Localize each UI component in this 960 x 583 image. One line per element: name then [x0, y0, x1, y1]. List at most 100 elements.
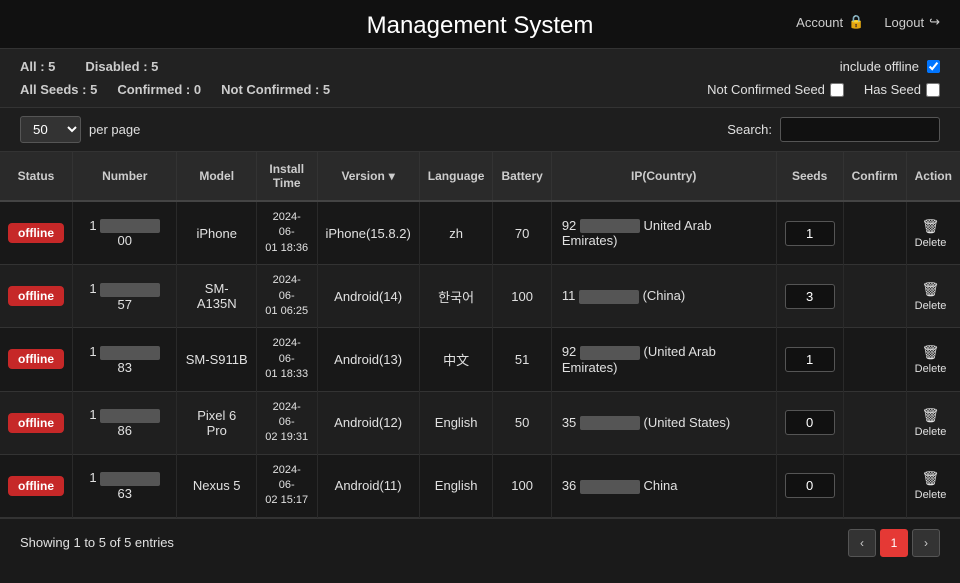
country-name: (United States): [644, 415, 731, 430]
cell-battery: 100: [493, 454, 551, 517]
table-row: offline 1 57 SM-A135N 2024-06-01 06:25 A…: [0, 265, 960, 328]
cell-version: Android(14): [317, 265, 419, 328]
cell-number: 1 00: [73, 201, 177, 265]
cell-install-time: 2024-06-01 18:36: [256, 201, 317, 265]
account-label: Account: [796, 15, 843, 30]
cell-ip: 92 United Arab Emirates): [551, 201, 776, 265]
cell-number: 1 86: [73, 391, 177, 454]
seeds-value: 3: [785, 284, 835, 309]
cell-seeds: 1: [776, 201, 843, 265]
cell-action: 🗑 Delete: [906, 454, 960, 517]
status-badge: offline: [8, 413, 64, 433]
not-confirmed-seed-checkbox[interactable]: [830, 83, 844, 97]
seeds-value: 0: [785, 473, 835, 498]
cell-status: offline: [0, 201, 73, 265]
status-badge: offline: [8, 349, 64, 369]
cell-seeds: 3: [776, 265, 843, 328]
table-row: offline 1 00 iPhone 2024-06-01 18:36 iPh…: [0, 201, 960, 265]
not-confirmed-seed-container: Not Confirmed Seed: [707, 82, 844, 97]
per-page-row: 50 25 100 per page Search:: [0, 108, 960, 152]
delete-button[interactable]: 🗑 Delete: [915, 470, 947, 501]
has-seed-container: Has Seed: [864, 82, 940, 97]
col-version[interactable]: Version ▾: [317, 152, 419, 201]
all-stat: All : 5: [20, 59, 55, 74]
logout-button[interactable]: Logout ↪: [884, 14, 940, 30]
include-offline-container: include offline: [840, 59, 940, 74]
ip-num: 35: [562, 415, 576, 430]
prev-page-button[interactable]: ‹: [848, 529, 876, 557]
per-page-select[interactable]: 50 25 100: [20, 116, 81, 143]
cell-battery: 70: [493, 201, 551, 265]
disabled-stat: Disabled : 5: [85, 59, 158, 74]
cell-model: SM-S911B: [177, 328, 256, 391]
col-battery: Battery: [493, 152, 551, 201]
current-page-button[interactable]: 1: [880, 529, 908, 557]
next-page-button[interactable]: ›: [912, 529, 940, 557]
header-actions: Account 🔒 Logout ↪: [796, 14, 940, 30]
pagination: ‹ 1 ›: [848, 529, 940, 557]
masked-ip: [580, 416, 640, 430]
col-install-time: InstallTime: [256, 152, 317, 201]
cell-language: 한국어: [419, 265, 493, 328]
masked-number: [100, 472, 160, 486]
trash-icon: 🗑: [922, 218, 940, 235]
include-offline-checkbox[interactable]: [927, 60, 940, 73]
col-model: Model: [177, 152, 256, 201]
col-number: Number: [73, 152, 177, 201]
table-body: offline 1 00 iPhone 2024-06-01 18:36 iPh…: [0, 201, 960, 517]
trash-icon: 🗑: [922, 470, 940, 487]
cell-status: offline: [0, 454, 73, 517]
cell-confirm: [843, 201, 906, 265]
cell-model: iPhone: [177, 201, 256, 265]
cell-install-time: 2024-06-01 06:25: [256, 265, 317, 328]
cell-model: Pixel 6 Pro: [177, 391, 256, 454]
cell-install-time: 2024-06-02 19:31: [256, 391, 317, 454]
header: Management System Account 🔒 Logout ↪: [0, 0, 960, 49]
col-action: Action: [906, 152, 960, 201]
per-page-label: per page: [89, 122, 140, 137]
data-table: Status Number Model InstallTime Version …: [0, 152, 960, 518]
has-seed-label: Has Seed: [864, 82, 921, 97]
delete-button[interactable]: 🗑 Delete: [915, 344, 947, 375]
not-confirmed-seed-label: Not Confirmed Seed: [707, 82, 825, 97]
cell-version: iPhone(15.8.2): [317, 201, 419, 265]
col-seeds: Seeds: [776, 152, 843, 201]
cell-battery: 100: [493, 265, 551, 328]
seeds-value: 1: [785, 221, 835, 246]
table-header: Status Number Model InstallTime Version …: [0, 152, 960, 201]
delete-label: Delete: [915, 300, 947, 312]
table-row: offline 1 86 Pixel 6 Pro 2024-06-02 19:3…: [0, 391, 960, 454]
cell-model: SM-A135N: [177, 265, 256, 328]
delete-button[interactable]: 🗑 Delete: [915, 407, 947, 438]
cell-ip: 35 (United States): [551, 391, 776, 454]
cell-ip: 11 (China): [551, 265, 776, 328]
cell-language: 中文: [419, 328, 493, 391]
cell-ip: 36 China: [551, 454, 776, 517]
ip-num: 36: [562, 478, 576, 493]
status-badge: offline: [8, 476, 64, 496]
toolbar-row2: All Seeds : 5 Confirmed : 0 Not Confirme…: [20, 82, 940, 97]
cell-language: English: [419, 454, 493, 517]
has-seed-checkbox[interactable]: [926, 83, 940, 97]
not-confirmed-stat: Not Confirmed : 5: [221, 82, 330, 97]
delete-label: Delete: [915, 363, 947, 375]
delete-button[interactable]: 🗑 Delete: [915, 281, 947, 312]
confirmed-stat: Confirmed : 0: [117, 82, 201, 97]
search-input[interactable]: [780, 117, 940, 142]
account-button[interactable]: Account 🔒: [796, 14, 864, 30]
cell-action: 🗑 Delete: [906, 328, 960, 391]
search-row: Search:: [727, 117, 940, 142]
masked-number: [100, 219, 160, 233]
delete-button[interactable]: 🗑 Delete: [915, 218, 947, 249]
toolbar-row1: All : 5 Disabled : 5 include offline: [20, 59, 940, 74]
masked-number: [100, 283, 160, 297]
all-seeds-stat: All Seeds : 5: [20, 82, 97, 97]
cell-battery: 51: [493, 328, 551, 391]
footer: Showing 1 to 5 of 5 entries ‹ 1 ›: [0, 518, 960, 567]
cell-ip: 92 (United Arab Emirates): [551, 328, 776, 391]
logout-icon: ↪: [929, 14, 940, 30]
cell-language: English: [419, 391, 493, 454]
cell-version: Android(12): [317, 391, 419, 454]
masked-number: [100, 409, 160, 423]
masked-ip: [579, 290, 639, 304]
